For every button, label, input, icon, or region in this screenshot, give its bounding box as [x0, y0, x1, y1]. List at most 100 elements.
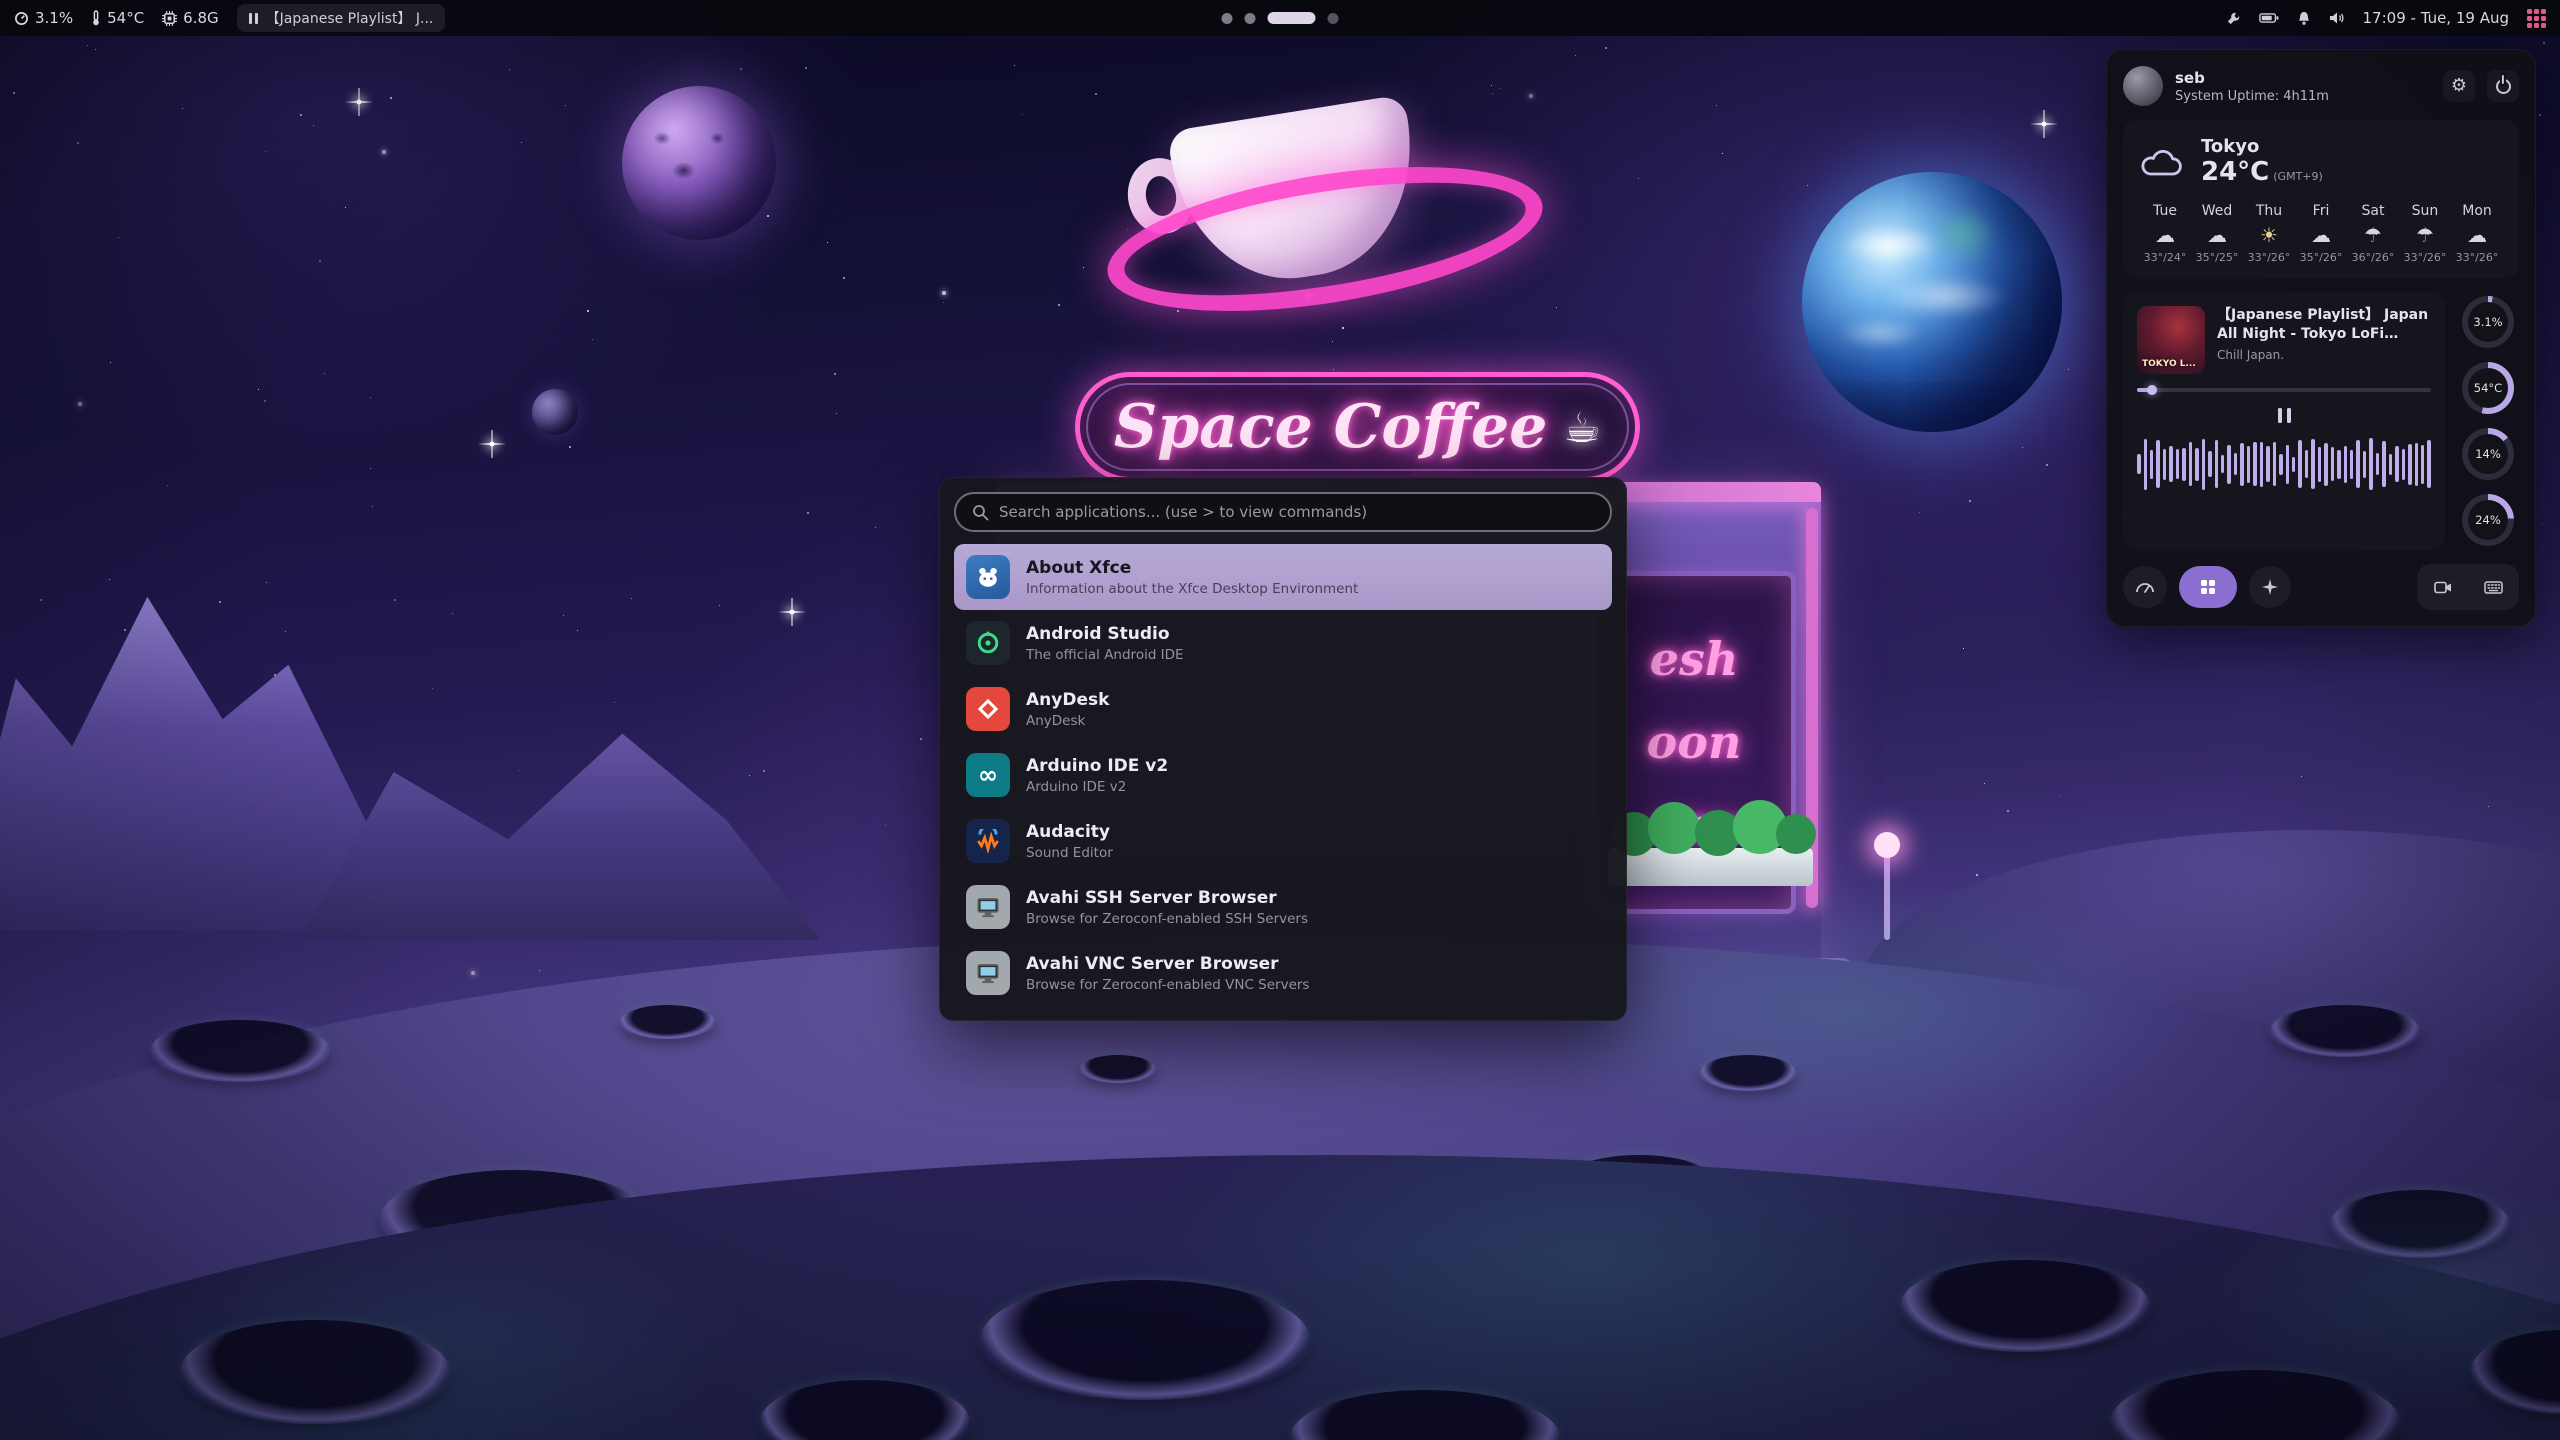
small-moon [532, 389, 578, 435]
crater [1900, 1260, 2150, 1352]
crater [150, 1020, 330, 1082]
keyboard-icon [2484, 581, 2503, 594]
forecast-day: Sat ☂ 36°/26° [2347, 203, 2399, 264]
topbar-media-widget[interactable]: 【Japanese Playlist】 J... [237, 4, 446, 32]
theme-button[interactable] [2249, 566, 2291, 608]
play-pause-button[interactable] [2272, 402, 2297, 429]
cpu-value: 3.1% [35, 9, 73, 27]
tools-icon[interactable] [2226, 11, 2241, 26]
android-studio-icon [966, 621, 1010, 665]
screen-record-button[interactable] [2422, 569, 2464, 605]
forecast-icon: ☁ [2207, 225, 2227, 245]
search-input[interactable] [999, 503, 1594, 521]
workspace-indicator [1222, 12, 1339, 24]
result-audacity[interactable]: Audacity Sound Editor [954, 808, 1612, 874]
sparkle-star [2030, 110, 2058, 138]
sparkle-icon [2262, 579, 2278, 595]
result-anydesk[interactable]: AnyDesk AnyDesk [954, 676, 1612, 742]
clock[interactable]: 17:09 - Tue, 19 Aug [2363, 9, 2509, 27]
result-title: Arduino IDE v2 [1026, 756, 1168, 776]
audio-waveform [2137, 435, 2431, 493]
top-bar: 3.1% 54°C 6.8G 【Japanese Playlist】 J... [0, 0, 2560, 36]
app-grid-button[interactable] [2527, 9, 2546, 28]
desktop: esh oon ans Space Coffee ☕ [0, 0, 2560, 1440]
cpu-indicator[interactable]: 3.1% [14, 9, 73, 27]
result-title: Audacity [1026, 822, 1113, 842]
capture-button-group [2417, 564, 2519, 610]
memory-indicator[interactable]: 6.8G [162, 9, 218, 27]
result-about-xfce[interactable]: About Xfce Information about the Xfce De… [954, 544, 1612, 610]
control-panel: seb System Uptime: 4h11m ⚙ Tokyo 24°C(GM… [2106, 49, 2536, 627]
system-gauges: 3.1% 54°C 14% 24% [2457, 292, 2519, 550]
media-artist: Chill Japan. [2217, 348, 2431, 362]
launcher-search[interactable] [954, 492, 1612, 532]
memory-value: 6.8G [183, 9, 218, 27]
result-title: Avahi SSH Server Browser [1026, 888, 1308, 908]
temperature-value: 54°C [107, 9, 144, 27]
workspace-dot[interactable] [1328, 13, 1339, 24]
launcher-results: About Xfce Information about the Xfce De… [954, 544, 1612, 1006]
gear-icon: ⚙ [2451, 77, 2467, 95]
video-icon [2434, 581, 2452, 594]
result-title: Android Studio [1026, 624, 1184, 644]
power-icon [2496, 79, 2511, 94]
power-button[interactable] [2487, 70, 2519, 102]
memory-gauge: 14% [2462, 428, 2514, 480]
system-uptime: System Uptime: 4h11m [2175, 89, 2431, 104]
forecast-day: Wed ☁ 35°/25° [2191, 203, 2243, 264]
result-description: Arduino IDE v2 [1026, 779, 1168, 795]
cpu-gauge: 3.1% [2462, 296, 2514, 348]
avatar[interactable] [2123, 66, 2163, 106]
workspace-active-pill[interactable] [1268, 12, 1316, 24]
weather-forecast: Tue ☁ 33°/24° Wed ☁ 35°/25° Thu ☀ 33°/26… [2139, 203, 2503, 264]
forecast-day: Tue ☁ 33°/24° [2139, 203, 2191, 264]
album-art-label: TOKYO L... [2142, 359, 2196, 369]
result-description: Browse for Zeroconf-enabled VNC Servers [1026, 977, 1309, 993]
workspace-dot[interactable] [1245, 13, 1256, 24]
album-art[interactable]: TOKYO L... [2137, 306, 2205, 374]
weather-cloud-icon [2139, 145, 2187, 179]
crater [980, 1280, 1310, 1400]
result-arduino[interactable]: ∞ Arduino IDE v2 Arduino IDE v2 [954, 742, 1612, 808]
anydesk-icon [966, 687, 1010, 731]
bush [1648, 802, 1700, 854]
temperature-indicator[interactable]: 54°C [91, 9, 144, 27]
temperature-gauge: 54°C [2462, 362, 2514, 414]
crater [2270, 1005, 2420, 1057]
keyboard-button[interactable] [2472, 569, 2514, 605]
weather-timezone: (GMT+9) [2273, 170, 2323, 183]
arduino-icon: ∞ [966, 753, 1010, 797]
notification-bell-icon[interactable] [2297, 11, 2311, 26]
forecast-icon: ☁ [2467, 225, 2487, 245]
sparkle-star [345, 88, 373, 116]
workspace-dot[interactable] [1222, 13, 1233, 24]
volume-icon[interactable] [2329, 11, 2345, 25]
battery-icon[interactable] [2259, 12, 2279, 24]
crater [1700, 1055, 1796, 1091]
forecast-day: Mon ☁ 33°/26° [2451, 203, 2503, 264]
progress-knob[interactable] [2147, 385, 2157, 395]
result-title: AnyDesk [1026, 690, 1109, 710]
purple-planet [622, 86, 776, 240]
settings-button[interactable]: ⚙ [2443, 70, 2475, 102]
forecast-day: Fri ☁ 35°/26° [2295, 203, 2347, 264]
sparkle-star [478, 430, 506, 458]
performance-button[interactable] [2123, 566, 2167, 608]
result-description: Browse for Zeroconf-enabled SSH Servers [1026, 911, 1308, 927]
sparkle-star [778, 598, 806, 626]
result-avahi-vnc[interactable]: Avahi VNC Server Browser Browse for Zero… [954, 940, 1612, 1006]
app-launcher: About Xfce Information about the Xfce De… [939, 477, 1627, 1021]
result-description: Information about the Xfce Desktop Envir… [1026, 581, 1358, 597]
media-player-card: TOKYO L... 【Japanese Playlist】 Japan All… [2123, 292, 2445, 550]
search-icon [972, 504, 989, 521]
user-card: seb System Uptime: 4h11m ⚙ [2123, 66, 2519, 106]
xfce-mouse-icon [966, 555, 1010, 599]
result-avahi-ssh[interactable]: Avahi SSH Server Browser Browse for Zero… [954, 874, 1612, 940]
panel-quick-actions [2123, 564, 2519, 610]
apps-dashboard-button[interactable] [2179, 566, 2237, 608]
window-neon-text: oon [1647, 708, 1742, 777]
weather-city: Tokyo [2201, 136, 2323, 157]
result-android-studio[interactable]: Android Studio The official Android IDE [954, 610, 1612, 676]
disk-gauge: 24% [2462, 494, 2514, 546]
media-progress-slider[interactable] [2137, 388, 2431, 392]
